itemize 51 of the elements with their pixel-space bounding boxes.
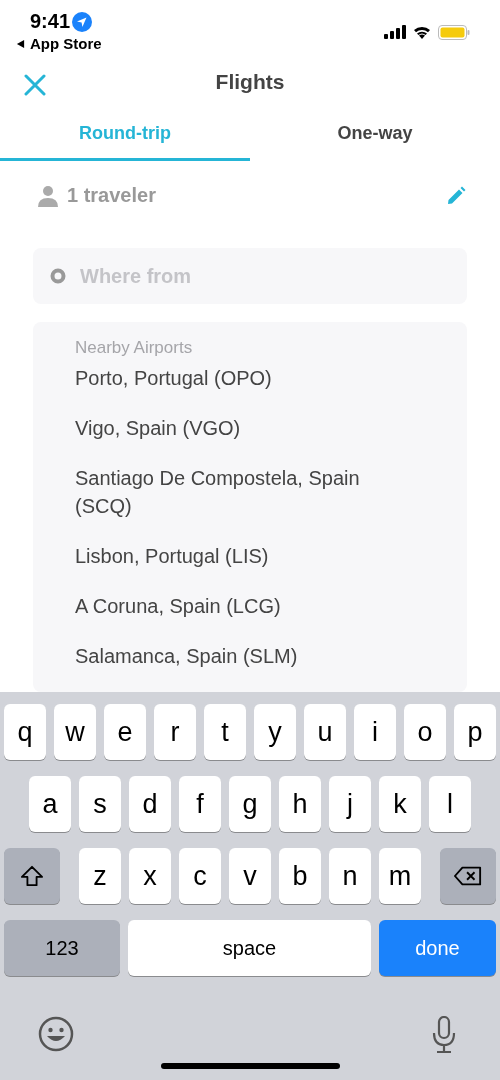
letter-key[interactable]: g — [229, 776, 271, 832]
letter-key[interactable]: d — [129, 776, 171, 832]
wifi-icon — [412, 25, 432, 39]
letter-key[interactable]: b — [279, 848, 321, 904]
letter-key[interactable]: r — [154, 704, 196, 760]
backspace-key[interactable] — [440, 848, 496, 904]
letter-key[interactable]: i — [354, 704, 396, 760]
airport-option[interactable]: A Coruna, Spain (LCG) — [75, 592, 405, 620]
letter-key[interactable]: u — [304, 704, 346, 760]
letter-key[interactable]: o — [404, 704, 446, 760]
microphone-icon[interactable] — [432, 1016, 456, 1054]
battery-icon — [438, 24, 470, 40]
letter-key[interactable]: l — [429, 776, 471, 832]
emoji-icon[interactable] — [38, 1016, 74, 1052]
shift-key[interactable] — [4, 848, 60, 904]
airport-option[interactable]: Porto, Portugal (OPO) — [75, 364, 405, 392]
space-key[interactable]: space — [128, 920, 371, 976]
screen-title: Flights — [215, 70, 285, 95]
letter-key[interactable]: h — [279, 776, 321, 832]
shift-arrow-icon — [18, 865, 46, 887]
section-heading: Nearby Airports — [75, 338, 194, 358]
letter-key[interactable]: c — [179, 848, 221, 904]
done-key[interactable]: done — [379, 920, 496, 976]
letter-key[interactable]: j — [329, 776, 371, 832]
back-to-app-link[interactable]: App Store — [30, 35, 102, 52]
letter-key[interactable]: e — [104, 704, 146, 760]
status-time: 9:41 — [30, 10, 71, 33]
letter-key[interactable]: a — [29, 776, 71, 832]
letter-key[interactable]: f — [179, 776, 221, 832]
letter-key[interactable]: y — [254, 704, 296, 760]
letter-key[interactable]: m — [379, 848, 421, 904]
letter-key[interactable]: v — [229, 848, 271, 904]
letter-key[interactable]: s — [79, 776, 121, 832]
backspace-icon — [454, 865, 482, 887]
letter-key[interactable]: z — [79, 848, 121, 904]
airport-option[interactable]: Santiago De Compostela, Spain (SCQ) — [75, 464, 405, 520]
person-icon — [37, 184, 59, 207]
signal-icon — [384, 25, 406, 39]
letter-key[interactable]: q — [4, 704, 46, 760]
letter-key[interactable]: w — [54, 704, 96, 760]
airport-option[interactable]: Lisbon, Portugal (LIS) — [75, 542, 405, 570]
origin-circle-icon — [50, 268, 66, 284]
airport-option[interactable]: Salamanca, Spain (SLM) — [75, 642, 405, 670]
letter-key[interactable]: k — [379, 776, 421, 832]
back-triangle-icon[interactable] — [16, 38, 25, 49]
numbers-key[interactable]: 123 — [4, 920, 120, 976]
letter-key[interactable]: x — [129, 848, 171, 904]
airport-option[interactable]: Vigo, Spain (VGO) — [75, 414, 405, 442]
letter-key[interactable]: t — [204, 704, 246, 760]
letter-key[interactable]: n — [329, 848, 371, 904]
letter-key[interactable]: p — [454, 704, 496, 760]
